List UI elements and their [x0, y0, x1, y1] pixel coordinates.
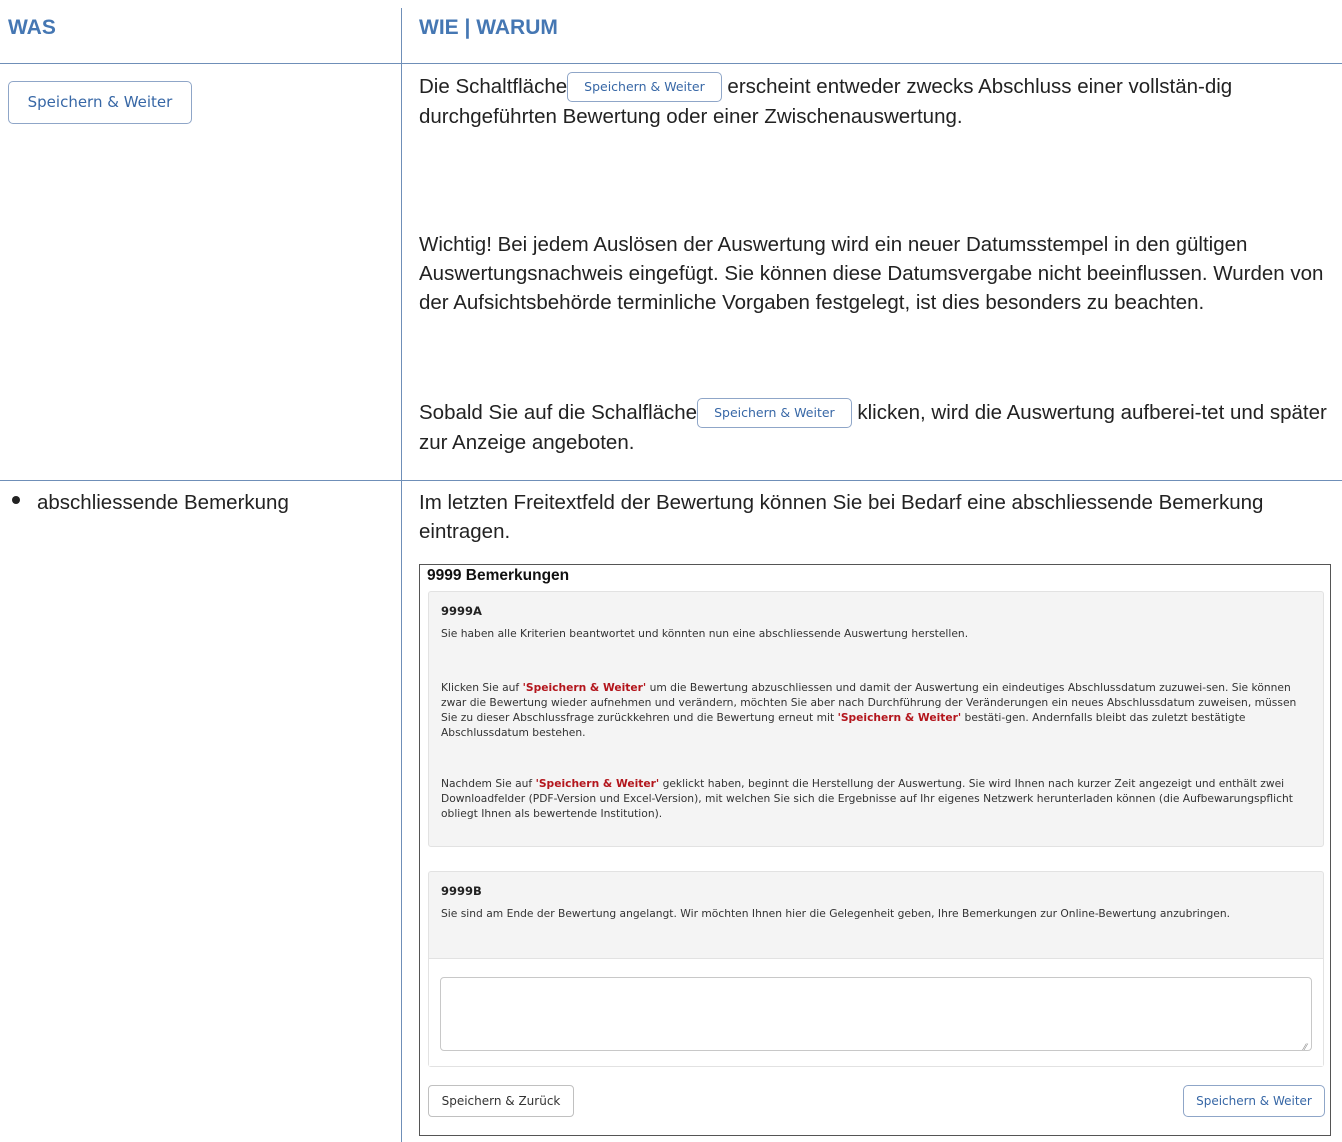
row-rule — [0, 480, 1342, 481]
highlight-speichern-weiter: 'Speichern & Weiter' — [522, 681, 647, 694]
bullet-dot-icon — [12, 496, 20, 504]
p1-text-before: Die Schaltfläche — [419, 75, 568, 98]
question-id: 9999A — [441, 604, 482, 618]
question-text-paragraph2: Klicken Sie auf 'Speichern & Weiter' um … — [441, 680, 1313, 740]
bullet-label: abschliessende Bemerkung — [37, 491, 289, 514]
column-divider — [401, 8, 402, 1142]
p3-text-before: Sobald Sie auf die Schalfläche — [419, 401, 698, 424]
paragraph-sobald: Sobald Sie auf die Schalfläche Speichern … — [419, 398, 1329, 457]
header-rule — [0, 63, 1342, 64]
speichern-weiter-button-screenshot[interactable]: Speichern & Weiter — [1183, 1085, 1325, 1117]
speichern-zurueck-button[interactable]: Speichern & Zurück — [428, 1085, 574, 1117]
question-text-line1: Sie haben alle Kriterien beantwortet und… — [441, 627, 969, 640]
text-segment: Nachdem Sie auf — [441, 777, 536, 790]
embedded-screenshot: 9999 Bemerkungen 9999A Sie haben alle Kr… — [419, 564, 1331, 1136]
resize-handle-icon[interactable]: ⁄⁄ — [1304, 1042, 1307, 1052]
question-id: 9999B — [441, 884, 482, 898]
paragraph-freitextfeld: Im letzten Freitextfeld der Bewertung kö… — [419, 491, 1264, 543]
question-text: Sie sind am Ende der Bewertung angelangt… — [441, 907, 1231, 920]
remarks-textarea[interactable] — [440, 977, 1312, 1051]
highlight-speichern-weiter: 'Speichern & Weiter' — [535, 777, 660, 790]
text-segment: Klicken Sie auf — [441, 681, 523, 694]
question-text-paragraph3: Nachdem Sie auf 'Speichern & Weiter' gek… — [441, 776, 1313, 821]
speichern-weiter-button[interactable]: Speichern & Weiter — [8, 81, 192, 124]
paragraph-wichtig: Wichtig! Bei jedem Auslösen der Auswertu… — [419, 233, 1324, 314]
inline-speichern-weiter-button-2[interactable]: Speichern & Weiter — [697, 398, 852, 428]
question-card-9999a: 9999A Sie haben alle Kriterien beantwort… — [428, 591, 1324, 847]
column-header-wie-warum: WIE | WARUM — [419, 16, 558, 39]
inline-speichern-weiter-button[interactable]: Speichern & Weiter — [567, 72, 722, 102]
answer-area: ⁄⁄ — [429, 958, 1323, 1066]
column-header-was: WAS — [8, 16, 56, 39]
section-title: 9999 Bemerkungen — [427, 567, 570, 584]
question-card-9999b: 9999B Sie sind am Ende der Bewertung ang… — [428, 871, 1324, 1067]
highlight-speichern-weiter: 'Speichern & Weiter' — [837, 711, 962, 724]
paragraph-schaltflaeche: Die Schaltfläche Speichern & Weiter ersch… — [419, 72, 1329, 131]
bullet-item: abschliessende Bemerkung — [12, 488, 289, 517]
